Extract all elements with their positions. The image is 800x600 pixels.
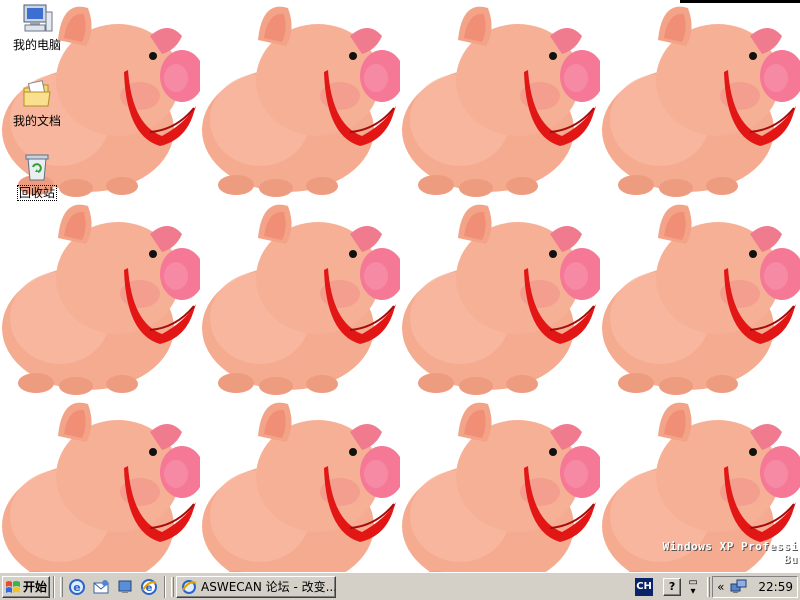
show-desktop-icon: [118, 580, 132, 593]
ie-icon: [182, 579, 197, 594]
taskbar-separator: [53, 575, 55, 598]
help-button[interactable]: ?: [663, 577, 682, 596]
desktop-icon-my-documents[interactable]: 我的文档: [2, 78, 72, 128]
pig-illustration: [602, 204, 800, 395]
tray-grip: [707, 576, 711, 597]
pig-illustration: [2, 204, 200, 395]
taskbar: 开始 e e ASWECAN 论坛 - 改变... CH ? ▭ ▾ « 22:…: [0, 572, 800, 600]
desktop-icon-label: 我的文档: [12, 114, 61, 128]
quick-launch-ie[interactable]: e: [67, 577, 87, 597]
wallpaper-pig-tile: [200, 0, 400, 200]
start-label: 开始: [22, 580, 47, 594]
pig-illustration: [202, 204, 400, 395]
pig-illustration: [602, 6, 800, 197]
pig-illustration: [402, 204, 600, 395]
language-indicator[interactable]: CH: [635, 577, 654, 596]
ime-toolbar-icon[interactable]: ▭ ▾: [687, 577, 699, 596]
pig-illustration: [202, 6, 400, 197]
taskbar-separator: [164, 575, 166, 598]
wallpaper-pig-tile: [600, 0, 800, 200]
wallpaper-pig-tile: [0, 198, 200, 398]
desktop-background: [0, 0, 800, 572]
clock[interactable]: 22:59: [758, 580, 793, 594]
task-button-label: ASWECAN 论坛 - 改变...: [201, 580, 336, 594]
wallpaper-pig-tile: [400, 198, 600, 398]
wallpaper-pig-tile: [600, 198, 800, 398]
my-documents-icon: [23, 80, 51, 107]
tray-expand-chevron-icon[interactable]: «: [717, 580, 724, 594]
pig-illustration: [402, 402, 600, 572]
recycle-bin-icon: [25, 154, 49, 181]
outlook-icon: [93, 579, 109, 593]
pig-illustration: [2, 402, 200, 572]
my-computer-icon: [23, 4, 53, 32]
system-tray: « 22:59: [712, 575, 798, 598]
quick-launch-ie-alt[interactable]: e: [139, 577, 159, 597]
svg-text:e: e: [73, 581, 80, 594]
desktop-icon-label: 回收站: [16, 185, 58, 201]
wallpaper-pig-tile: [200, 396, 400, 572]
network-connection-icon[interactable]: [730, 579, 748, 595]
desktop-icon-my-computer[interactable]: 我的电脑: [2, 2, 72, 52]
ie-icon: e: [69, 578, 85, 595]
task-button-browser[interactable]: ASWECAN 论坛 - 改变...: [176, 575, 336, 598]
watermark-line-1: Windows XP Professi: [662, 540, 798, 553]
wallpaper-pig-tile: [200, 198, 400, 398]
svg-text:e: e: [146, 583, 153, 594]
windows-flag-icon: [5, 580, 20, 593]
pig-illustration: [202, 402, 400, 572]
wallpaper-pig-tile: [0, 396, 200, 572]
quick-launch-grip[interactable]: [60, 576, 63, 597]
quick-launch-show-desktop[interactable]: [115, 577, 135, 597]
task-area-grip[interactable]: [171, 576, 174, 597]
pig-illustration: [402, 6, 600, 197]
wallpaper-pig-tile: [400, 396, 600, 572]
quick-launch-outlook[interactable]: [91, 577, 111, 597]
wallpaper-pig-tile: [400, 0, 600, 200]
watermark-line-2: Bu: [783, 553, 798, 566]
ie-alt-icon: e: [141, 578, 157, 595]
desktop-icon-recycle-bin[interactable]: 回收站: [2, 150, 72, 201]
start-button[interactable]: 开始: [2, 575, 50, 598]
desktop-icon-label: 我的电脑: [12, 38, 61, 52]
os-watermark: Windows XP Professi Bu: [663, 540, 798, 566]
